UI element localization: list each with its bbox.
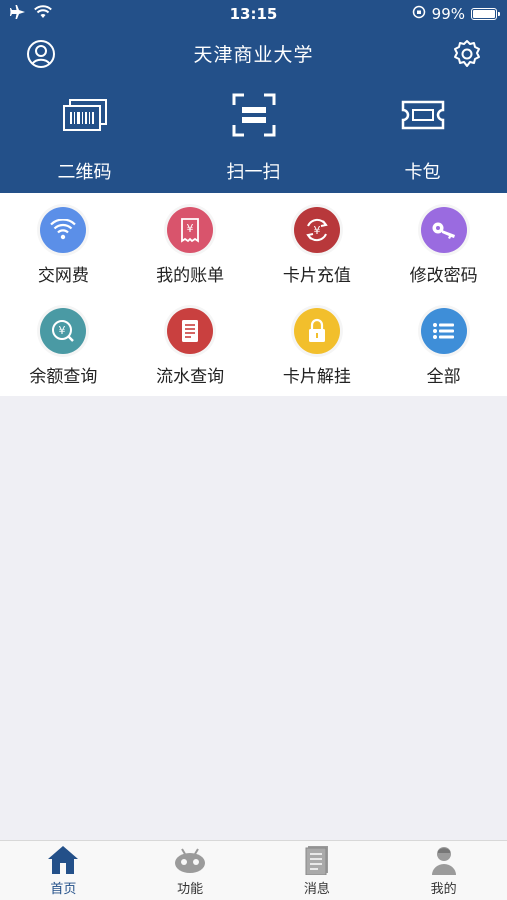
- quick-action-label: 扫一扫: [226, 162, 281, 183]
- quick-action-label: 卡包: [404, 162, 441, 183]
- orientation-lock-icon: [412, 5, 426, 23]
- quick-action-scan[interactable]: 扫一扫: [169, 90, 338, 190]
- grid-item-change-password[interactable]: 修改密码: [380, 193, 507, 294]
- grid-label: 交网费: [37, 266, 89, 286]
- tab-label: 功能: [177, 882, 204, 897]
- balance-icon: ¥: [40, 308, 87, 354]
- grid-item-all[interactable]: 全部: [380, 294, 507, 395]
- tab-label: 消息: [303, 882, 330, 897]
- receipt-icon: ¥: [167, 207, 214, 253]
- battery-icon: [471, 8, 500, 20]
- quick-action-qrcode[interactable]: 二维码: [0, 90, 169, 190]
- profile-icon: [427, 845, 461, 875]
- page-title: 天津商业大学: [193, 44, 314, 66]
- function-grid: 交网费 ¥ 我的账单 ¥ 卡片充值 修改密码 ¥ 余额查询 流水查询 卡片解挂 …: [0, 193, 507, 396]
- grid-label: 卡片解挂: [282, 367, 351, 387]
- message-icon: [300, 845, 334, 875]
- svg-text:¥: ¥: [187, 222, 194, 235]
- tab-bar: 首页 功能 消息 我的: [0, 840, 507, 900]
- tab-profile[interactable]: 我的: [380, 841, 507, 900]
- content-area: [0, 396, 507, 840]
- battery-percent: 99%: [431, 5, 465, 23]
- recharge-icon: ¥: [293, 207, 340, 253]
- grid-item-my-bill[interactable]: ¥ 我的账单: [127, 193, 254, 294]
- svg-text:¥: ¥: [59, 324, 66, 337]
- robot-icon: [173, 845, 207, 875]
- grid-item-card-unfreeze[interactable]: 卡片解挂: [254, 294, 381, 395]
- barcode-card-icon: [60, 90, 110, 140]
- quick-actions: 二维码 扫一扫 卡包: [0, 90, 507, 190]
- tab-label: 首页: [50, 882, 77, 897]
- grid-label: 余额查询: [29, 367, 98, 387]
- quick-action-label: 二维码: [57, 162, 112, 183]
- grid-label: 流水查询: [156, 367, 225, 387]
- settings-gear-icon[interactable]: [451, 38, 483, 70]
- key-icon: [420, 207, 467, 253]
- svg-text:¥: ¥: [313, 224, 320, 237]
- nav-bar: 天津商业大学: [0, 28, 507, 78]
- tab-messages[interactable]: 消息: [254, 841, 381, 900]
- statement-icon: [167, 308, 214, 354]
- wifi-icon: [40, 207, 87, 253]
- status-bar: 13:15 99%: [0, 0, 507, 28]
- grid-item-statement-query[interactable]: 流水查询: [127, 294, 254, 395]
- scan-icon: [229, 90, 279, 140]
- unlock-icon: [293, 308, 340, 354]
- home-icon: [46, 845, 80, 875]
- header: 天津商业大学 二维码 扫一扫 卡包: [0, 28, 507, 193]
- grid-label: 全部: [426, 367, 461, 387]
- grid-label: 卡片充值: [282, 266, 351, 286]
- tab-home[interactable]: 首页: [0, 841, 127, 900]
- grid-label: 我的账单: [156, 266, 225, 286]
- grid-item-network-fee[interactable]: 交网费: [0, 193, 127, 294]
- tab-label: 我的: [430, 882, 457, 897]
- quick-action-card-wallet[interactable]: 卡包: [338, 90, 507, 190]
- grid-item-balance-query[interactable]: ¥ 余额查询: [0, 294, 127, 395]
- grid-item-card-recharge[interactable]: ¥ 卡片充值: [254, 193, 381, 294]
- tab-functions[interactable]: 功能: [127, 841, 254, 900]
- ticket-icon: [398, 90, 448, 140]
- grid-label: 修改密码: [409, 266, 478, 286]
- list-icon: [420, 308, 467, 354]
